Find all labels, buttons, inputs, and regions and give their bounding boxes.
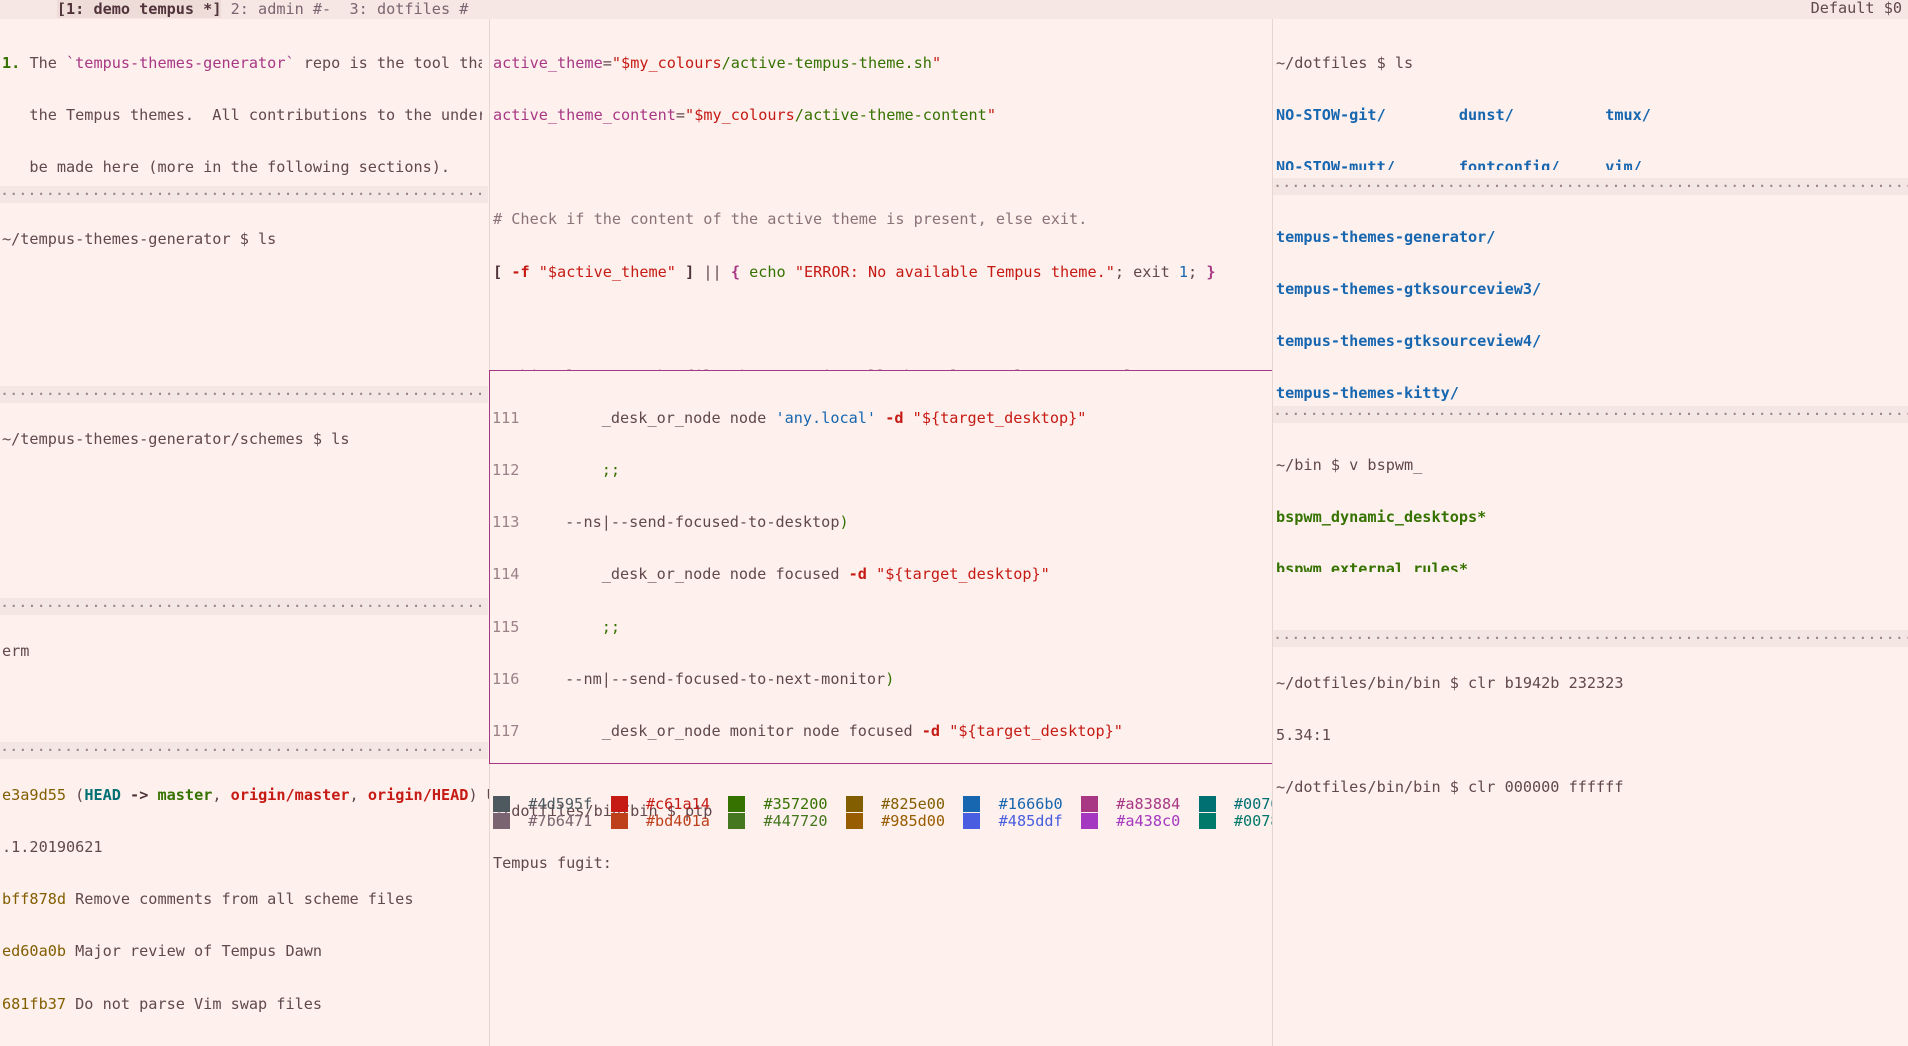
palette-hex-normal-5: #a83884 [1097, 796, 1199, 813]
pane-bspwm-ruler: 136,4 [492, 740, 1192, 758]
palette-title: Tempus fugit: [493, 854, 612, 873]
pane-themes-repos[interactable]: tempus-themes-generator/ tempus-themes-g… [1276, 194, 1906, 414]
pane-clr[interactable]: ~/dotfiles/bin/bin $ clr b1942b 232323 5… [1276, 640, 1906, 810]
tmux-status-bar: [1: demo tempus *] 2: admin #- 3: dotfil… [0, 0, 1908, 19]
palette-swatch-normal-0 [493, 796, 510, 812]
pane-separator-right-1: ········································… [1273, 178, 1908, 196]
pane-colour-script-ruler: 41,21 [493, 348, 1273, 366]
palette-hex-normal-6: #007072 [1233, 796, 1273, 813]
tmux-window-2[interactable]: 2: admin #- [231, 0, 332, 18]
palette-hex-normal-2: #357200 [745, 796, 846, 813]
vertical-separator-right [1272, 19, 1273, 1046]
palette-swatch-normal-1 [610, 796, 628, 812]
palette-hex-normal-1: #c61a14 [627, 796, 729, 813]
palette-hex-normal-0: #4d595f [510, 796, 611, 813]
palette-hex-normal-3: #825e00 [862, 796, 964, 813]
pane-colour-script[interactable]: active_theme="$my_colours/active-tempus-… [493, 20, 1273, 370]
bspwm-position: 136,4 [1146, 756, 1192, 758]
pane-bspwm-script[interactable]: 111 _desk_or_node node 'any.local' -d "$… [492, 375, 1272, 761]
palette-swatch-normal-6 [1198, 796, 1216, 812]
pane-separator-right-2: ········································… [1273, 406, 1908, 424]
pane-palette-prompt2: ~/dotfiles/bin/bin $ [493, 824, 1273, 844]
dotfiles-prompt: ~/dotfiles $ ls [1276, 53, 1414, 72]
palette-swatch-normal-4 [963, 796, 981, 812]
pane-readme[interactable]: 1. The `tempus-themes-generator` repo is… [2, 20, 482, 180]
palette-swatch-normal-3 [845, 796, 863, 812]
tmux-window-3[interactable]: 3: dotfiles # [350, 0, 469, 18]
tmux-status-right: Default $0 [1810, 0, 1902, 17]
ls-templates-line1: erm [2, 641, 30, 660]
palette-hex-normal-4: #1666b0 [980, 796, 1081, 813]
tmux-screen: [1: demo tempus *] 2: admin #- 3: dotfil… [0, 0, 1908, 1046]
palette-swatch-normal-2 [728, 796, 746, 812]
pane-ls-generator[interactable]: ~/tempus-themes-generator $ ls presets/ … [2, 196, 482, 281]
palette-row-normal: #4d595f #c61a14 #357200 #825e00 #1666b0 … [493, 796, 1273, 813]
pane-ls-templates[interactable]: erm gtksourceview4 konsole shell-variabl… [2, 608, 490, 693]
bspwm-prompt1: ~/bin $ v bspwm_ [1276, 455, 1423, 474]
pane-bspwm-bin[interactable]: ~/bin $ v bspwm_ bspwm_dynamic_desktops*… [1276, 422, 1906, 572]
pane-dotfiles-ls[interactable]: ~/dotfiles $ ls NO-STOW-git/ dunst/ tmux… [1276, 20, 1906, 170]
active-pane-border-bottom [489, 763, 1273, 764]
tmux-window-1[interactable]: [1: demo tempus *] [56, 0, 222, 18]
pane-readme-percent: 11% [455, 167, 485, 185]
palette-swatch-normal-5 [1080, 796, 1098, 812]
pane-bspwm-scroll: Bot [1241, 740, 1281, 758]
ls-generator-prompt: ~/tempus-themes-generator $ ls [2, 229, 277, 248]
pane-readme-ruler: 10,71 [2, 167, 482, 185]
active-pane-border-left [489, 370, 490, 764]
pane-git-log[interactable]: e3a9d55 (HEAD -> master, origin/master, … [2, 752, 490, 1042]
ls-schemes-prompt: ~/tempus-themes-generator/schemes $ ls [2, 429, 350, 448]
active-pane-border-top [489, 370, 1273, 371]
pane-ls-schemes[interactable]: ~/tempus-themes-generator/schemes $ ls a… [2, 396, 482, 481]
